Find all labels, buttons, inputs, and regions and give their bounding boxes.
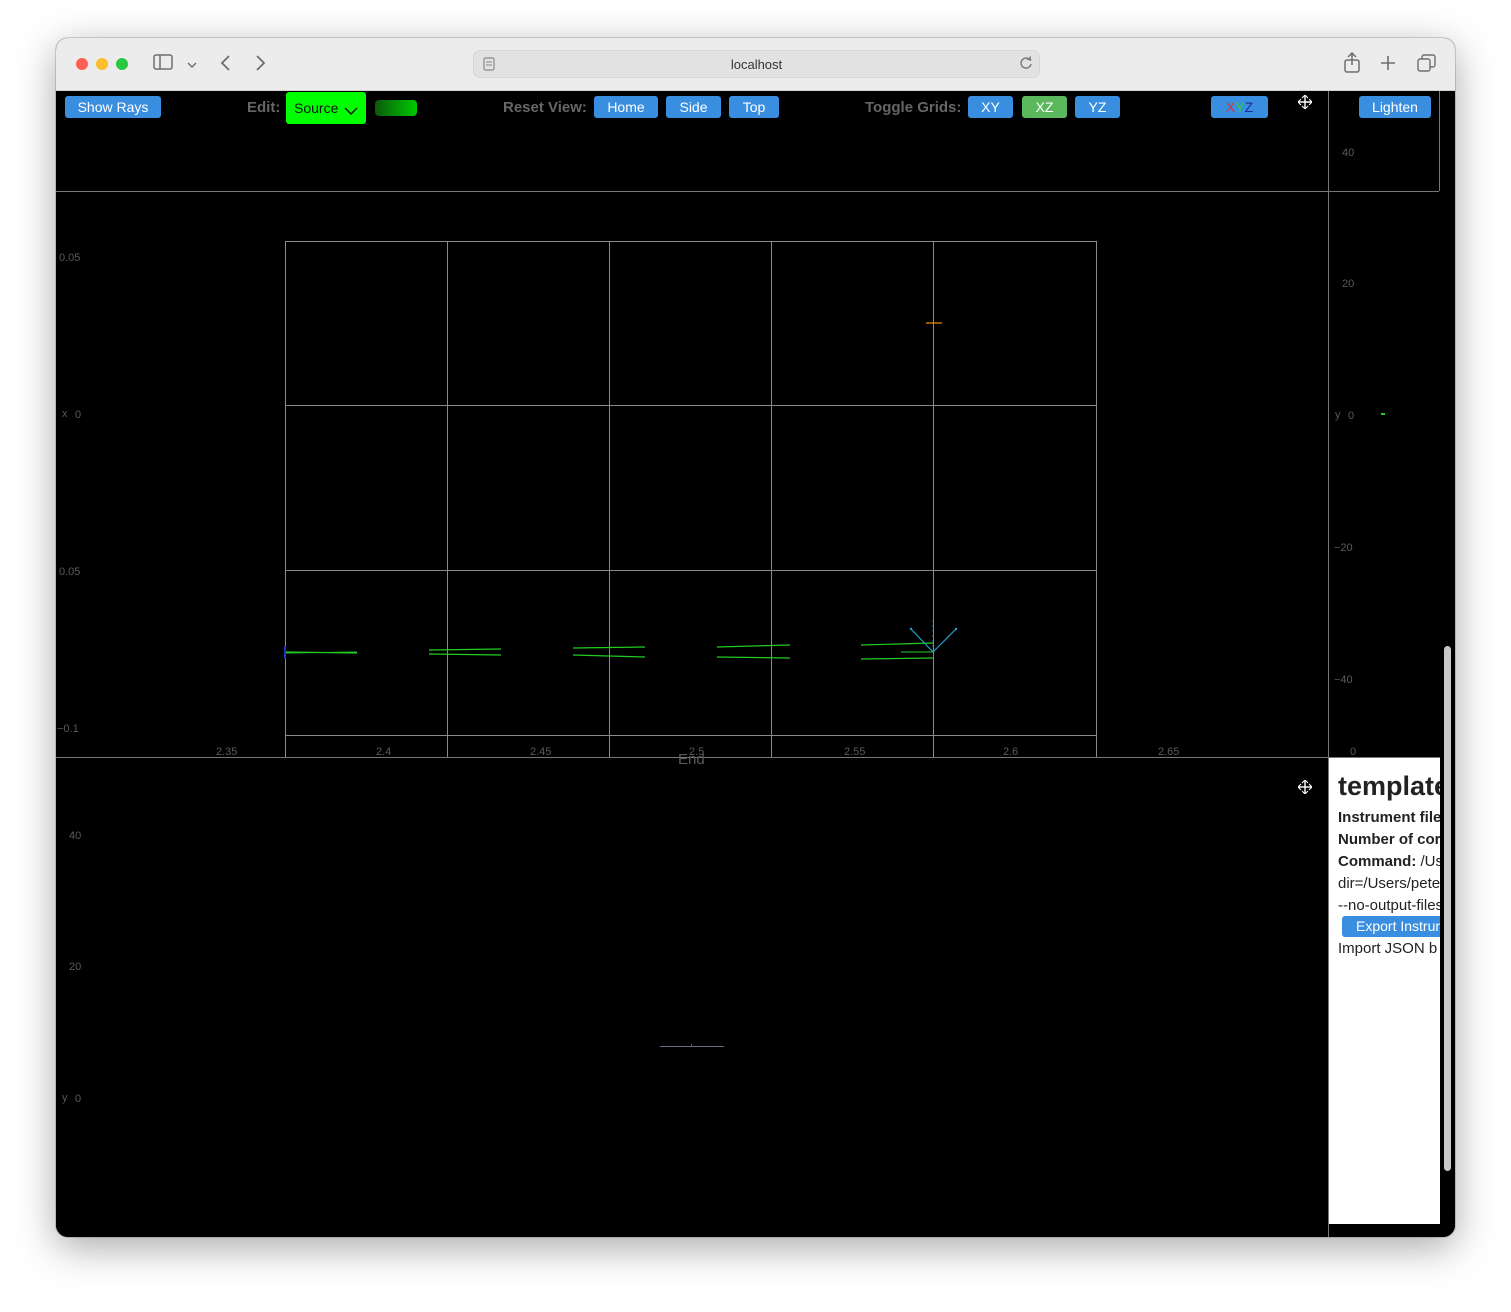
x-tick: 2.4 bbox=[376, 746, 392, 758]
component-marker bbox=[1381, 413, 1385, 415]
side-view-button[interactable]: Side bbox=[666, 96, 721, 118]
main-view[interactable]: 0.05 x 0 0.05 −0.1 2.35 2.4 2.45 2.5 2.5… bbox=[56, 192, 1328, 758]
chevron-down-icon[interactable] bbox=[187, 55, 197, 73]
sidebar-icon[interactable] bbox=[153, 54, 173, 73]
y-tick: 0.05 bbox=[59, 252, 81, 264]
right-axis-letter: y bbox=[1335, 409, 1341, 421]
y-tick: 0.05 bbox=[59, 566, 81, 578]
toggle-grids-label: Toggle Grids: bbox=[865, 99, 962, 116]
move-icon[interactable] bbox=[1297, 779, 1313, 799]
share-icon[interactable] bbox=[1343, 51, 1361, 77]
bottom-view[interactable]: 40 20 y 0 bbox=[56, 758, 1328, 1237]
axis-x-letter: X bbox=[1225, 99, 1236, 115]
x-tick: 2.55 bbox=[844, 746, 866, 758]
edit-label: Edit: bbox=[247, 99, 281, 116]
edit-select-value: Source bbox=[294, 100, 339, 116]
export-instrument-button[interactable]: Export Instrum bbox=[1342, 916, 1440, 937]
y-tick: 0 bbox=[75, 409, 82, 421]
component-marker bbox=[660, 1046, 724, 1047]
reload-icon[interactable] bbox=[1019, 56, 1033, 75]
grid-xz-button[interactable]: XZ bbox=[1022, 96, 1067, 118]
command-line: Command: /Us bbox=[1338, 853, 1440, 870]
browser-window: localhost Show Rays Edit: Source Reset V… bbox=[56, 38, 1455, 1237]
x-tick: 2.65 bbox=[1158, 746, 1180, 758]
command-dir: dir=/Users/pete bbox=[1338, 875, 1440, 892]
axes-xyz-button[interactable]: XYZ bbox=[1211, 96, 1268, 118]
x-tick: 2.6 bbox=[1003, 746, 1019, 758]
show-rays-button[interactable]: Show Rays bbox=[65, 96, 161, 118]
new-tab-icon[interactable] bbox=[1380, 55, 1396, 74]
right-tick: 0 bbox=[1348, 410, 1355, 422]
command-label: Command: bbox=[1338, 853, 1417, 870]
back-icon[interactable] bbox=[219, 54, 231, 75]
vertical-scrollbar[interactable] bbox=[1444, 646, 1451, 1171]
instrument-components bbox=[284, 322, 958, 660]
right-edge-line bbox=[1439, 91, 1440, 191]
color-swatch[interactable] bbox=[375, 100, 417, 116]
address-bar[interactable]: localhost bbox=[473, 50, 1040, 78]
axis-z-letter: Z bbox=[1244, 99, 1254, 115]
right-view[interactable]: 40 20 y 0 −20 −40 0 bbox=[1329, 91, 1439, 758]
close-window-button[interactable] bbox=[76, 58, 88, 70]
info-panel: template Instrument file Number of cor C… bbox=[1329, 758, 1440, 1224]
x-tick: 2.45 bbox=[530, 746, 552, 758]
x-tick: 2.35 bbox=[216, 746, 238, 758]
instrument-file-label: Instrument file bbox=[1338, 809, 1440, 826]
right-tick: 40 bbox=[1342, 147, 1355, 159]
edit-select[interactable]: Source bbox=[286, 92, 366, 124]
right-tick: 0 bbox=[1350, 746, 1357, 758]
forward-icon[interactable] bbox=[255, 54, 267, 75]
top-view-button[interactable]: Top bbox=[729, 96, 779, 118]
url-text: localhost bbox=[730, 57, 783, 72]
component-marker bbox=[691, 1044, 692, 1047]
move-icon[interactable] bbox=[1297, 94, 1313, 114]
right-tick: −40 bbox=[1334, 674, 1353, 686]
right-tick: 20 bbox=[1342, 278, 1355, 290]
grid-xy-button[interactable]: XY bbox=[968, 96, 1013, 118]
tab-overview-icon[interactable] bbox=[1417, 54, 1436, 76]
axis-y-letter: Y bbox=[1235, 99, 1245, 115]
bottom-tick: 20 bbox=[69, 961, 82, 973]
number-of-components-label: Number of cor bbox=[1338, 831, 1440, 848]
title-bar: localhost bbox=[56, 38, 1455, 91]
zoom-window-button[interactable] bbox=[116, 58, 128, 70]
bottom-axis-letter: y bbox=[62, 1092, 68, 1104]
y-tick: −0.1 bbox=[57, 723, 79, 735]
chevron-down-icon bbox=[344, 103, 358, 121]
y-axis-letter: x bbox=[62, 408, 68, 420]
page-content: Show Rays Edit: Source Reset View: Home … bbox=[56, 91, 1455, 1237]
home-view-button[interactable]: Home bbox=[594, 96, 658, 118]
command-no-output: --no-output-files bbox=[1338, 897, 1440, 914]
grid-yz-button[interactable]: YZ bbox=[1075, 96, 1120, 118]
reset-view-label: Reset View: bbox=[503, 99, 587, 116]
command-value: /Us bbox=[1420, 853, 1441, 870]
import-json-text: Import JSON b bbox=[1338, 940, 1438, 957]
instrument-title: template bbox=[1338, 771, 1440, 801]
minimize-window-button[interactable] bbox=[96, 58, 108, 70]
bottom-tick: 40 bbox=[69, 830, 82, 842]
right-tick: −20 bbox=[1334, 542, 1353, 554]
bottom-tick: 0 bbox=[75, 1093, 82, 1105]
